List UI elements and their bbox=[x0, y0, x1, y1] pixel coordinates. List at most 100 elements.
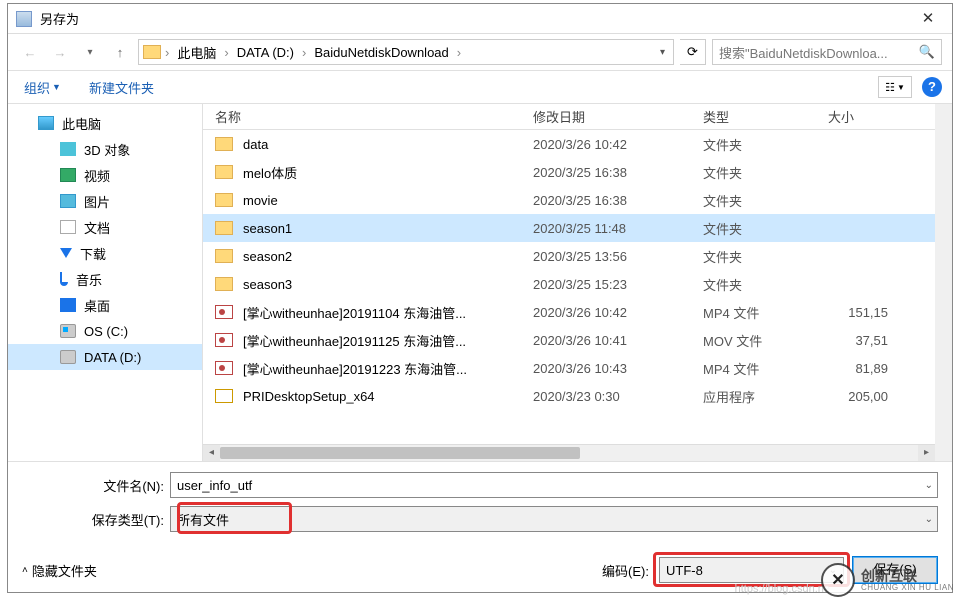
crumb-folder[interactable]: BaiduNetdiskDownload bbox=[310, 45, 452, 60]
drive-icon bbox=[60, 350, 76, 364]
file-date: 2020/3/26 10:42 bbox=[533, 137, 703, 152]
folder-icon bbox=[215, 249, 233, 263]
help-button[interactable]: ? bbox=[922, 77, 942, 97]
address-bar[interactable]: › 此电脑 › DATA (D:) › BaiduNetdiskDownload… bbox=[138, 39, 674, 65]
file-name: PRIDesktopSetup_x64 bbox=[243, 389, 533, 404]
chevron-down-icon[interactable]: ⌄ bbox=[925, 514, 933, 525]
file-date: 2020/3/25 16:38 bbox=[533, 193, 703, 208]
scroll-left-icon[interactable]: ◂ bbox=[203, 445, 220, 461]
organize-button[interactable]: 组织 ▼ bbox=[18, 74, 67, 101]
file-type: 应用程序 bbox=[703, 387, 828, 406]
file-name: [掌心witheunhae]20191223 东海油管... bbox=[243, 359, 533, 378]
file-row[interactable]: movie2020/3/25 16:38文件夹 bbox=[203, 186, 935, 214]
vertical-scrollbar[interactable] bbox=[935, 104, 952, 461]
scroll-thumb[interactable] bbox=[220, 447, 580, 459]
3d-icon bbox=[60, 142, 76, 156]
pc-icon bbox=[38, 116, 54, 130]
chevron-up-icon: ˄ bbox=[22, 565, 28, 576]
file-type: MOV 文件 bbox=[703, 331, 828, 350]
hide-folders-toggle[interactable]: ˄ 隐藏文件夹 bbox=[22, 561, 97, 580]
column-headers: 名称 修改日期 类型 大小 bbox=[203, 104, 935, 130]
col-name[interactable]: 名称 bbox=[215, 107, 533, 126]
file-name: [掌心witheunhae]20191104 东海油管... bbox=[243, 303, 533, 322]
filename-input[interactable]: user_info_utf ⌄ bbox=[170, 472, 938, 498]
encoding-select[interactable]: UTF-8 ⌄ bbox=[659, 557, 844, 583]
document-icon bbox=[60, 220, 76, 234]
horizontal-scrollbar[interactable]: ◂ ▸ bbox=[203, 444, 935, 461]
file-row[interactable]: [掌心witheunhae]20191223 东海油管...2020/3/26 … bbox=[203, 354, 935, 382]
sidebar-item-music[interactable]: 音乐 bbox=[8, 266, 202, 292]
file-row[interactable]: PRIDesktopSetup_x642020/3/23 0:30应用程序205… bbox=[203, 382, 935, 410]
watermark-url: https://blog.csdn.ne bbox=[735, 583, 830, 595]
crumb-thispc[interactable]: 此电脑 bbox=[173, 43, 220, 62]
file-icon bbox=[215, 305, 233, 319]
file-row[interactable]: season32020/3/25 15:23文件夹 bbox=[203, 270, 935, 298]
file-name: season1 bbox=[243, 221, 533, 236]
music-icon bbox=[60, 272, 68, 286]
file-name: season3 bbox=[243, 277, 533, 292]
search-input[interactable]: 搜索"BaiduNetdiskDownloa... 🔍 bbox=[712, 39, 942, 65]
file-row[interactable]: melo体质2020/3/25 16:38文件夹 bbox=[203, 158, 935, 186]
file-size: 205,00 bbox=[828, 389, 888, 404]
file-name: season2 bbox=[243, 249, 533, 264]
file-type: 文件夹 bbox=[703, 135, 828, 154]
sidebar-item-videos[interactable]: 视频 bbox=[8, 162, 202, 188]
sidebar-item-datadrive[interactable]: DATA (D:) bbox=[8, 344, 202, 370]
chevron-down-icon[interactable]: ⌄ bbox=[925, 480, 933, 491]
col-date[interactable]: 修改日期 bbox=[533, 107, 703, 126]
crumb-drive[interactable]: DATA (D:) bbox=[233, 45, 298, 60]
sidebar-item-documents[interactable]: 文档 bbox=[8, 214, 202, 240]
sidebar-item-osdrive[interactable]: OS (C:) bbox=[8, 318, 202, 344]
refresh-button[interactable]: ⟳ bbox=[680, 39, 706, 65]
up-button[interactable]: ↑ bbox=[108, 40, 132, 64]
sidebar-item-3d[interactable]: 3D 对象 bbox=[8, 136, 202, 162]
nav-bar: ← → ▾ ↑ › 此电脑 › DATA (D:) › BaiduNetdisk… bbox=[8, 34, 952, 70]
dialog-body: 此电脑 3D 对象 视频 图片 文档 下载 音乐 桌面 OS (C:) DATA… bbox=[8, 104, 952, 461]
col-type[interactable]: 类型 bbox=[703, 107, 828, 126]
view-options-button[interactable]: ☷ ▼ bbox=[878, 76, 912, 98]
file-date: 2020/3/25 15:23 bbox=[533, 277, 703, 292]
file-row[interactable]: season22020/3/25 13:56文件夹 bbox=[203, 242, 935, 270]
watermark: ✕ 创新互联 CHUANG XIN HU LIAN bbox=[821, 563, 954, 597]
chevron-right-icon: › bbox=[455, 45, 463, 60]
folder-icon bbox=[215, 165, 233, 179]
sidebar-item-downloads[interactable]: 下载 bbox=[8, 240, 202, 266]
file-date: 2020/3/25 13:56 bbox=[533, 249, 703, 264]
filetype-label: 保存类型(T): bbox=[22, 510, 170, 529]
encoding-label: 编码(E): bbox=[602, 561, 649, 580]
recent-dropdown[interactable]: ▾ bbox=[78, 40, 102, 64]
file-row[interactable]: [掌心witheunhae]20191104 东海油管...2020/3/26 … bbox=[203, 298, 935, 326]
close-button[interactable]: ✕ bbox=[906, 5, 950, 33]
forward-button[interactable]: → bbox=[48, 40, 72, 64]
notepad-icon bbox=[16, 11, 32, 27]
watermark-sub: CHUANG XIN HU LIAN bbox=[861, 583, 954, 592]
new-folder-button[interactable]: 新建文件夹 bbox=[83, 74, 160, 101]
file-list[interactable]: data2020/3/26 10:42文件夹melo体质2020/3/25 16… bbox=[203, 130, 935, 444]
chevron-right-icon: › bbox=[222, 45, 230, 60]
filetype-select[interactable]: 所有文件 ⌄ bbox=[170, 506, 938, 532]
file-date: 2020/3/23 0:30 bbox=[533, 389, 703, 404]
chevron-right-icon: › bbox=[300, 45, 308, 60]
file-type: MP4 文件 bbox=[703, 303, 828, 322]
sidebar-item-thispc[interactable]: 此电脑 bbox=[8, 110, 202, 136]
file-row[interactable]: season12020/3/25 11:48文件夹 bbox=[203, 214, 935, 242]
sidebar-item-pictures[interactable]: 图片 bbox=[8, 188, 202, 214]
file-size: 37,51 bbox=[828, 333, 888, 348]
window-title: 另存为 bbox=[40, 9, 906, 28]
watermark-logo-icon: ✕ bbox=[821, 563, 855, 597]
image-icon bbox=[60, 194, 76, 208]
address-dropdown-icon[interactable]: ▾ bbox=[656, 47, 669, 58]
file-icon bbox=[215, 333, 233, 347]
back-button[interactable]: ← bbox=[18, 40, 42, 64]
sidebar-item-desktop[interactable]: 桌面 bbox=[8, 292, 202, 318]
watermark-brand: 创新互联 bbox=[861, 569, 954, 583]
file-name: [掌心witheunhae]20191125 东海油管... bbox=[243, 331, 533, 350]
scroll-right-icon[interactable]: ▸ bbox=[918, 445, 935, 461]
file-date: 2020/3/25 16:38 bbox=[533, 165, 703, 180]
filename-value: user_info_utf bbox=[177, 478, 252, 493]
col-size[interactable]: 大小 bbox=[828, 107, 888, 126]
file-row[interactable]: data2020/3/26 10:42文件夹 bbox=[203, 130, 935, 158]
file-type: 文件夹 bbox=[703, 163, 828, 182]
file-name: data bbox=[243, 137, 533, 152]
file-row[interactable]: [掌心witheunhae]20191125 东海油管...2020/3/26 … bbox=[203, 326, 935, 354]
